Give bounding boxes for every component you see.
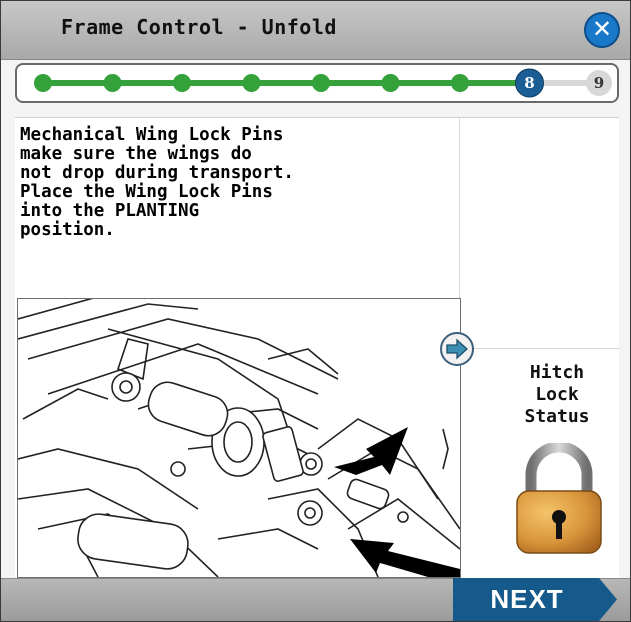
close-button[interactable]: ✕ (584, 12, 620, 48)
progress-step-dot-1 (34, 74, 52, 92)
window-title: Frame Control - Unfold (61, 15, 337, 39)
padlock-locked-icon (509, 441, 609, 560)
pointer-arrow-upper (334, 427, 408, 475)
progress-step-dot-4 (242, 74, 261, 92)
progress-step-dot-3 (173, 74, 191, 92)
progress-step-dot-5 (312, 74, 330, 92)
current-step-number: 8 (524, 74, 535, 92)
mechanical-drawing (18, 299, 460, 577)
next-button[interactable]: NEXT (453, 578, 617, 621)
wing-lock-pin-diagram (17, 298, 461, 578)
side-panel-blank (459, 118, 620, 349)
frame-control-window: Frame Control - Unfold ✕ 8 9 Mechanical … (0, 0, 631, 622)
content-panel: Mechanical Wing Lock Pins make sure the … (15, 117, 620, 578)
next-panel-arrow-button[interactable] (440, 332, 474, 366)
progress-step-dot-2 (103, 74, 122, 92)
close-icon: ✕ (591, 15, 613, 43)
arrow-right-icon (446, 338, 468, 360)
hitch-lock-status-label: Hitch Lock Status (524, 362, 590, 427)
progress-step-dot-6 (381, 74, 400, 92)
step-progress-bar: 8 9 (15, 63, 619, 103)
pointer-arrow-lower (350, 539, 460, 577)
progress-step-dot-7 (451, 74, 469, 92)
instruction-text: Mechanical Wing Lock Pins make sure the … (20, 125, 294, 240)
title-bar: Frame Control - Unfold ✕ (1, 1, 630, 60)
next-button-label: NEXT (490, 584, 564, 614)
last-step-number: 9 (593, 74, 605, 92)
